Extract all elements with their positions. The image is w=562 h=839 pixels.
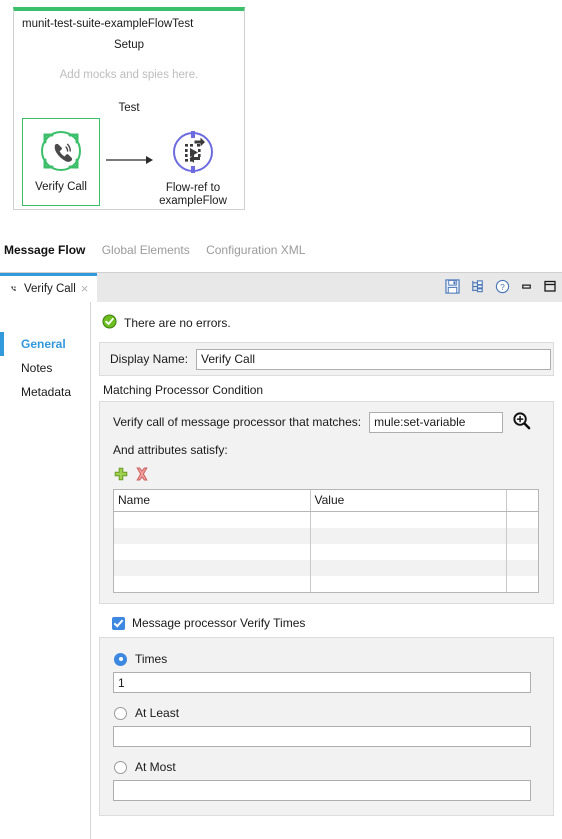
flow-connector-arrow <box>106 156 153 164</box>
cell-extra[interactable] <box>506 528 538 544</box>
delete-icon[interactable] <box>135 467 149 484</box>
matching-processor-panel: Verify call of message processor that ma… <box>99 401 554 604</box>
tab-configuration-xml[interactable]: Configuration XML <box>206 243 305 257</box>
add-icon[interactable] <box>114 467 128 484</box>
help-icon[interactable]: ? <box>495 279 510 297</box>
display-name-input[interactable] <box>196 348 552 370</box>
cell-extra[interactable] <box>506 511 538 528</box>
sidebar-item-notes[interactable]: Notes <box>0 356 90 380</box>
properties-tab-label: Verify Call <box>24 283 76 295</box>
display-name-label: Display Name: <box>110 352 189 366</box>
status-message: There are no errors. <box>99 302 554 342</box>
success-icon <box>102 314 117 332</box>
cell-value[interactable] <box>310 544 507 560</box>
table-row[interactable] <box>114 560 538 576</box>
radio-at-least-label: At Least <box>135 706 180 720</box>
flow-node-label: Verify Call <box>35 181 87 193</box>
cell-extra[interactable] <box>506 576 538 592</box>
attributes-toolbar <box>100 457 553 489</box>
attributes-table[interactable]: Name Value <box>113 489 539 593</box>
cell-value[interactable] <box>310 511 507 528</box>
verify-times-checkbox[interactable] <box>112 616 125 630</box>
display-name-panel: Display Name: <box>99 342 554 376</box>
editor-tab-strip: Message Flow Global Elements Configurati… <box>0 243 562 271</box>
minimize-icon[interactable] <box>520 280 533 296</box>
cell-name[interactable] <box>114 528 311 544</box>
sidebar-item-metadata[interactable]: Metadata <box>0 380 90 404</box>
table-row[interactable] <box>114 528 538 544</box>
status-text: There are no errors. <box>124 316 231 330</box>
flow-container: munit-test-suite-exampleFlowTest Setup A… <box>13 7 245 210</box>
properties-tab-bar: Verify Call × ? <box>0 273 562 303</box>
cell-value[interactable] <box>310 576 507 592</box>
attributes-satisfy-row: And attributes satisfy: <box>100 443 553 457</box>
properties-side-nav: General Notes Metadata <box>0 302 91 839</box>
column-header-name[interactable]: Name <box>114 490 311 512</box>
properties-tab-verify-call[interactable]: Verify Call × <box>0 273 97 302</box>
processor-match-label: Verify call of message processor that ma… <box>113 415 362 429</box>
sidebar-item-general[interactable]: General <box>0 332 90 356</box>
radio-times-label: Times <box>135 652 168 666</box>
cell-name[interactable] <box>114 511 311 528</box>
cell-name[interactable] <box>114 544 311 560</box>
radio-row-times[interactable]: Times <box>100 652 553 666</box>
verify-call-icon <box>6 281 20 298</box>
flow-node-verify-call[interactable]: Verify Call <box>22 118 100 206</box>
radio-at-most-label: At Most <box>135 760 176 774</box>
setup-section-label: Setup <box>113 39 145 51</box>
save-icon[interactable] <box>445 278 460 297</box>
verify-times-checkbox-row[interactable]: Message processor Verify Times <box>99 604 554 637</box>
cell-extra[interactable] <box>506 544 538 560</box>
cell-extra[interactable] <box>506 560 538 576</box>
radio-row-at-least[interactable]: At Least <box>100 706 553 720</box>
setup-placeholder-text: Add mocks and spies here. <box>59 69 199 81</box>
properties-body: General Notes Metadata There are no erro… <box>0 302 562 839</box>
processor-match-row: Verify call of message processor that ma… <box>100 411 553 433</box>
verify-call-icon <box>23 125 99 177</box>
radio-at-most[interactable] <box>114 760 127 774</box>
verify-times-panel: Times At Least At Most <box>99 637 554 816</box>
properties-view: Verify Call × ? General Notes Metadata T… <box>0 272 562 839</box>
table-row[interactable] <box>114 544 538 560</box>
column-header-value[interactable]: Value <box>310 490 507 512</box>
svg-text:?: ? <box>500 281 505 291</box>
radio-times[interactable] <box>114 652 127 666</box>
properties-toolbar: ? <box>445 273 557 302</box>
flow-ref-icon <box>154 126 232 178</box>
table-row[interactable] <box>114 576 538 592</box>
radio-at-least[interactable] <box>114 706 127 720</box>
cell-value[interactable] <box>310 528 507 544</box>
times-input[interactable] <box>113 672 531 693</box>
hierarchy-icon[interactable] <box>470 279 485 297</box>
flow-node-flow-ref[interactable]: Flow-ref to exampleFlow <box>154 119 232 208</box>
column-header-extra[interactable] <box>506 490 538 512</box>
matching-group-label: Matching Processor Condition <box>103 383 264 397</box>
table-row[interactable] <box>114 511 538 528</box>
cell-value[interactable] <box>310 560 507 576</box>
processor-match-input[interactable] <box>369 411 504 433</box>
flow-canvas: munit-test-suite-exampleFlowTest Setup A… <box>0 0 562 240</box>
radio-row-at-most[interactable]: At Most <box>100 760 553 774</box>
close-icon[interactable]: × <box>81 282 89 295</box>
cell-name[interactable] <box>114 560 311 576</box>
flow-title: munit-test-suite-exampleFlowTest <box>22 18 194 30</box>
at-most-input[interactable] <box>113 780 531 801</box>
properties-content: There are no errors. Display Name: Match… <box>91 302 562 839</box>
at-least-input[interactable] <box>113 726 531 747</box>
maximize-icon[interactable] <box>543 279 557 296</box>
cell-name[interactable] <box>114 576 311 592</box>
search-plus-icon[interactable] <box>512 411 531 433</box>
tab-message-flow[interactable]: Message Flow <box>4 243 85 257</box>
verify-times-label: Message processor Verify Times <box>132 616 306 630</box>
table-header-row: Name Value <box>114 490 538 512</box>
attributes-satisfy-label: And attributes satisfy: <box>113 443 228 457</box>
flow-node-label: Flow-ref to exampleFlow <box>159 182 227 207</box>
test-section-label: Test <box>118 102 140 114</box>
tab-global-elements[interactable]: Global Elements <box>102 243 190 257</box>
